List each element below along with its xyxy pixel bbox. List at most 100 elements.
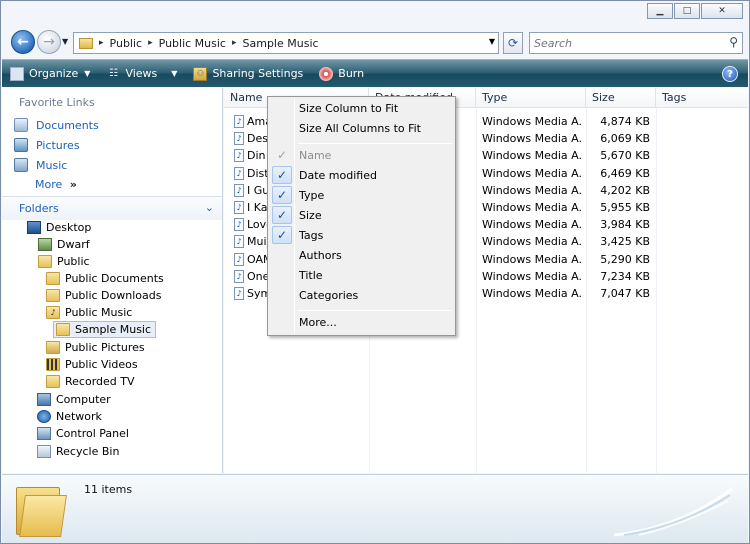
file-size: 7,047 KB [600, 287, 650, 300]
address-row: ← → ▼ ▸ Public ▸ Public Music ▸ Sample M… [1, 27, 749, 57]
favorite-label: Music [36, 158, 68, 172]
tree-item-sample-music[interactable]: Sample Music [53, 321, 157, 338]
sharing-settings-button[interactable]: ⚇ Sharing Settings [185, 60, 311, 88]
chevron-right-icon[interactable]: ▸ [148, 38, 153, 48]
tree-item-label: Recycle Bin [56, 445, 120, 458]
decorative-swoosh [614, 487, 733, 537]
organize-button[interactable]: Organize ▼ [2, 60, 98, 88]
navigation-pane: Favorite Links Documents Pictures Music … [2, 88, 223, 473]
tree-item-dwarf[interactable]: Dwarf [38, 236, 90, 253]
more-favorites-link[interactable]: More » [35, 178, 77, 191]
tree-item-label: Public Pictures [65, 341, 145, 354]
tree-item-public[interactable]: Public [38, 253, 90, 270]
recent-pages-dropdown[interactable]: ▼ [62, 37, 68, 46]
tree-item-computer[interactable]: Computer [37, 391, 111, 408]
documents-icon [14, 118, 28, 132]
large-folder-icon [16, 481, 68, 537]
more-label: More [35, 178, 63, 191]
details-pane: 11 items [2, 474, 748, 543]
favorite-label: Pictures [36, 138, 80, 152]
favorite-documents[interactable]: Documents [14, 118, 99, 132]
tree-item-public-pictures[interactable]: Public Pictures [46, 339, 145, 356]
column-divider [656, 108, 657, 473]
tree-item-recycle-bin[interactable]: Recycle Bin [37, 443, 119, 460]
file-size: 6,469 KB [600, 166, 650, 180]
views-label: Views [125, 67, 158, 80]
menu-item-column-title[interactable]: Title [299, 269, 323, 282]
file-size: 3,984 KB [600, 218, 650, 232]
menu-item-column-authors[interactable]: Authors [299, 249, 342, 262]
favorite-pictures[interactable]: Pictures [14, 138, 80, 152]
folders-header[interactable]: Folders ⌄ [2, 196, 222, 220]
audio-file-icon: ♪ [234, 235, 244, 249]
tree-item-public-downloads[interactable]: Public Downloads [46, 287, 161, 304]
column-header-tags[interactable]: Tags [656, 88, 748, 108]
menu-item-size-all-columns-to-fit[interactable]: Size All Columns to Fit [299, 122, 421, 135]
address-bar[interactable]: ▸ Public ▸ Public Music ▸ Sample Music ▼ [73, 32, 499, 54]
checkmark-icon: ✓ [272, 226, 292, 244]
pictures-icon [14, 138, 28, 152]
tree-item-public-videos[interactable]: Public Videos [46, 356, 138, 373]
file-type: Windows Media A... [482, 235, 582, 249]
file-size: 4,874 KB [600, 115, 650, 128]
chevron-down-icon: ▼ [84, 69, 91, 78]
favorite-music[interactable]: Music [14, 158, 67, 172]
refresh-button[interactable]: ⟳ [503, 32, 523, 54]
breadcrumb-public-music[interactable]: Public Music [159, 37, 226, 50]
audio-file-icon: ♪ [234, 149, 244, 163]
tree-item-network[interactable]: Network [37, 408, 102, 425]
tree-item-label: Desktop [46, 221, 92, 234]
command-bar: Organize ▼ ☷ Views ▼ ⚇ Sharing Settings … [2, 59, 748, 87]
menu-item-column-size[interactable]: Size [299, 209, 322, 222]
file-type: Windows Media A... [482, 287, 582, 300]
breadcrumb-public[interactable]: Public [110, 37, 143, 50]
tree-item-recorded-tv[interactable]: Recorded TV [46, 373, 135, 390]
tree-item-public-documents[interactable]: Public Documents [46, 270, 164, 287]
column-header-size[interactable]: Size [586, 88, 656, 108]
column-label: Size [592, 91, 615, 104]
audio-file-icon: ♪ [234, 218, 244, 232]
chevron-down-icon: ▼ [171, 69, 178, 78]
folders-heading: Folders [19, 202, 59, 215]
desktop-icon [27, 221, 41, 234]
menu-item-column-type[interactable]: Type [299, 189, 324, 202]
tree-item-label: Public Documents [65, 272, 164, 285]
file-type: Windows Media A... [482, 252, 582, 266]
close-button[interactable]: ✕ [701, 3, 743, 19]
search-input[interactable] [534, 36, 724, 50]
file-size: 6,069 KB [600, 132, 650, 146]
audio-file-icon: ♪ [234, 183, 244, 197]
column-header-type[interactable]: Type [476, 88, 586, 108]
chevron-right-icon[interactable]: ▸ [99, 38, 104, 48]
tree-item-public-music[interactable]: ♪ Public Music [46, 304, 132, 321]
help-button[interactable]: ? [722, 66, 738, 82]
organize-icon [10, 66, 24, 81]
back-button[interactable]: ← [11, 30, 35, 54]
file-size: 5,955 KB [600, 201, 650, 214]
burn-button[interactable]: Burn [311, 60, 372, 88]
tree-item-label: Public [57, 255, 90, 268]
forward-button[interactable]: → [37, 30, 61, 54]
address-dropdown-icon[interactable]: ▼ [489, 37, 495, 46]
maximize-button[interactable]: □ [674, 3, 700, 19]
views-button[interactable]: ☷ Views ▼ [98, 60, 185, 88]
file-type: Windows Media A... [482, 183, 582, 197]
search-box[interactable]: ⚲ [529, 32, 743, 54]
column-label: Tags [662, 91, 687, 104]
column-label: Name [230, 91, 263, 104]
menu-item-column-tags[interactable]: Tags [299, 229, 323, 242]
file-type: Windows Media A... [482, 132, 582, 146]
audio-file-icon: ♪ [234, 115, 244, 128]
tree-item-desktop[interactable]: Desktop [27, 219, 91, 236]
chevron-right-icon[interactable]: ▸ [232, 38, 237, 48]
search-icon[interactable]: ⚲ [729, 35, 738, 49]
breadcrumb-sample-music[interactable]: Sample Music [243, 37, 319, 50]
folder-icon [46, 289, 60, 302]
tree-item-control-panel[interactable]: Control Panel [37, 425, 129, 442]
menu-item-column-categories[interactable]: Categories [299, 289, 358, 302]
menu-item-size-column-to-fit[interactable]: Size Column to Fit [299, 102, 398, 115]
minimize-button[interactable]: ▁ [647, 3, 673, 19]
menu-item-more[interactable]: More... [299, 316, 337, 329]
network-icon [37, 410, 51, 423]
menu-item-column-date-modified[interactable]: Date modified [299, 169, 377, 182]
